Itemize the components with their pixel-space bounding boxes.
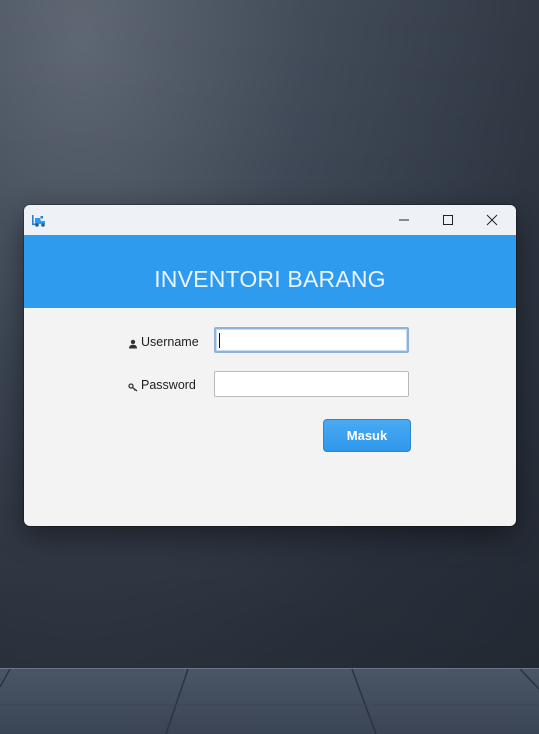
key-icon: [128, 380, 138, 392]
header-banner: INVENTORI BARANG: [24, 235, 516, 308]
title-bar[interactable]: [24, 205, 516, 235]
login-window: INVENTORI BARANG Username Password Masuk: [24, 205, 516, 526]
minimize-icon: [399, 219, 409, 221]
maximize-button[interactable]: [426, 205, 470, 235]
close-button[interactable]: [470, 205, 514, 235]
username-input[interactable]: [214, 327, 409, 353]
login-button[interactable]: Masuk: [323, 419, 411, 452]
text-cursor: [219, 333, 220, 348]
close-icon: [486, 214, 498, 226]
minimize-button[interactable]: [382, 205, 426, 235]
password-label: Password: [128, 377, 196, 393]
user-icon: [128, 337, 138, 349]
password-input[interactable]: [214, 371, 409, 397]
username-label: Username: [128, 334, 199, 350]
app-title: INVENTORI BARANG: [154, 266, 386, 292]
forklift-icon: [31, 212, 49, 228]
wallpaper-floor: [0, 668, 539, 734]
maximize-icon: [443, 215, 453, 225]
